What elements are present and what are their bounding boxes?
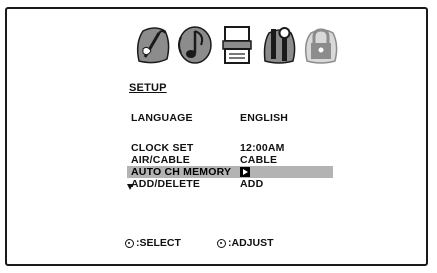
menu-item-clock-set[interactable]: CLOCK SET 12:00AM: [127, 142, 333, 154]
menu-item-value: CABLE: [240, 154, 278, 166]
menu-item-label: LANGUAGE: [131, 112, 193, 124]
footer-adjust-label: :ADJUST: [228, 237, 274, 249]
footer-adjust-hint: :ADJUST: [217, 237, 274, 249]
menu-item-value: ENGLISH: [240, 112, 289, 124]
play-arrow-icon: [240, 167, 250, 177]
picture-tools-icon[interactable]: [133, 23, 173, 67]
menu-item-label: AIR/CABLE: [131, 154, 190, 166]
menu-item-label: AUTO CH MEMORY: [131, 166, 232, 178]
setup-menu-screen: SETUP LANGUAGE ENGLISH CLOCK SET 12:00AM…: [5, 7, 428, 266]
setup-tools-icon[interactable]: [259, 23, 299, 67]
menu-item-label: ADD/DELETE: [131, 178, 201, 190]
channel-tuner-icon[interactable]: [217, 23, 257, 67]
menu-item-air-cable[interactable]: AIR/CABLE CABLE: [127, 154, 333, 166]
menu-item-language[interactable]: LANGUAGE ENGLISH: [127, 112, 333, 124]
menu-item-auto-ch-memory[interactable]: AUTO CH MEMORY: [127, 166, 333, 178]
down-arrow-icon[interactable]: [127, 184, 133, 190]
adjust-button-icon: [217, 238, 226, 248]
lock-icon[interactable]: [301, 23, 341, 67]
footer-select-hint: :SELECT: [125, 237, 181, 249]
footer-select-label: :SELECT: [136, 237, 181, 249]
audio-note-icon[interactable]: [175, 23, 215, 67]
menu-item-add-delete[interactable]: ADD/DELETE ADD: [127, 178, 333, 190]
select-button-icon: [125, 238, 134, 248]
menu-icon-bar: [133, 23, 341, 67]
menu-title: SETUP: [129, 82, 167, 94]
menu-item-label: CLOCK SET: [131, 142, 194, 154]
menu-item-value: 12:00AM: [240, 142, 285, 154]
menu-item-value: ADD: [240, 178, 264, 190]
